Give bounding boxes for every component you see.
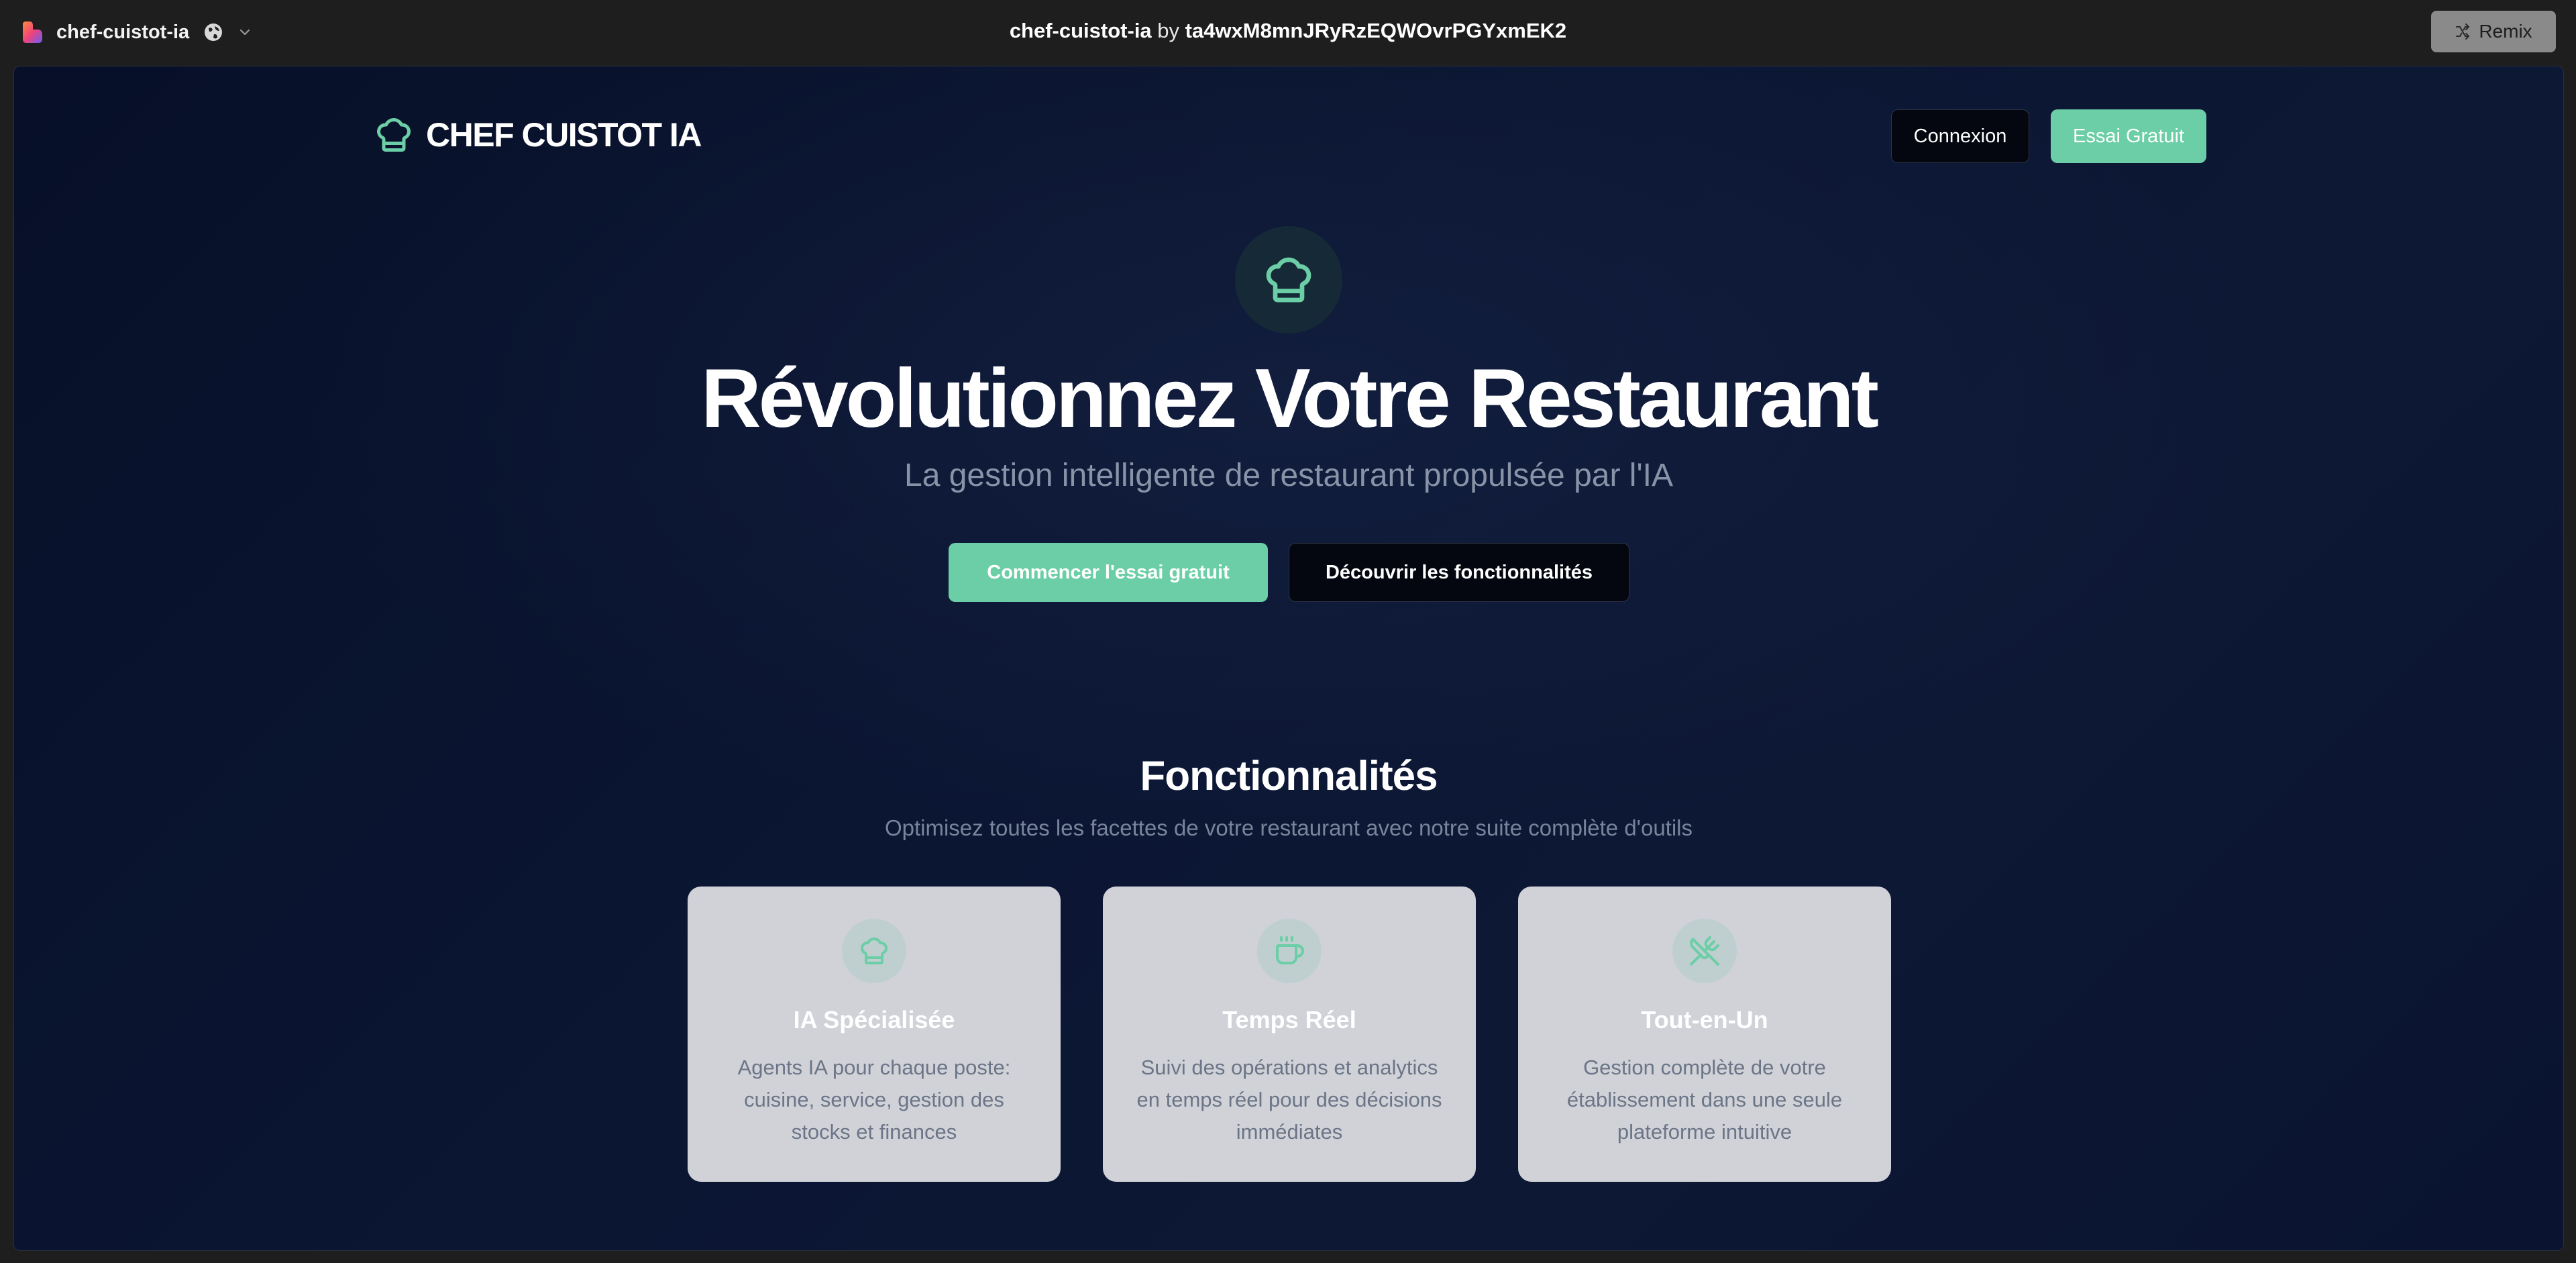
features-title: Fonctionnalités: [1140, 753, 1438, 799]
app-preview: CHEF CUISTOT IA Connexion Essai Gratuit …: [13, 66, 2564, 1251]
feature-description: Suivi des opérations et analytics en tem…: [1136, 1056, 1442, 1144]
start-trial-button[interactable]: Commencer l'essai gratuit: [949, 543, 1268, 602]
login-button[interactable]: Connexion: [1891, 109, 2029, 163]
feature-card-all-in-one: Tout-en-Un Gestion complète de votre éta…: [1518, 887, 1891, 1182]
feature-icon-badge: [1257, 919, 1322, 983]
free-trial-button[interactable]: Essai Gratuit: [2051, 109, 2206, 163]
feature-title: Tout-en-Un: [1641, 1006, 1768, 1033]
feature-card-realtime: Temps Réel Suivi des opérations et analy…: [1103, 887, 1476, 1182]
window-title: chef-cuistot-ia by ta4wxM8mnJRyRzEQWOvrP…: [0, 19, 2576, 43]
brand-logo[interactable]: CHEF CUISTOT IA: [374, 115, 702, 155]
shuffle-icon: [2456, 23, 2470, 40]
brand-name: CHEF CUISTOT IA: [426, 116, 702, 154]
window-title-app: chef-cuistot-ia: [1009, 19, 1152, 42]
hero-title: Révolutionnez Votre Restaurant: [701, 352, 1879, 445]
bottom-strip: [0, 1251, 2576, 1263]
feature-title: Temps Réel: [1222, 1006, 1356, 1033]
features-subtitle: Optimisez toutes les facettes de votre r…: [884, 815, 1693, 840]
chef-hat-icon: [861, 938, 888, 964]
discover-features-button[interactable]: Découvrir les fonctionnalités: [1289, 543, 1629, 602]
window-title-by: by: [1151, 19, 1185, 42]
coffee-icon: [1276, 936, 1304, 964]
feature-card-ia: IA Spécialisée Agents IA pour chaque pos…: [688, 887, 1061, 1182]
window-title-user: ta4wxM8mnJRyRzEQWOvrPGYxmEK2: [1185, 19, 1567, 42]
hero-icon-badge: [1235, 226, 1342, 334]
hero-subtitle: La gestion intelligente de restaurant pr…: [904, 458, 1673, 493]
feature-description: Agents IA pour chaque poste: cuisine, se…: [737, 1056, 1011, 1144]
remix-button[interactable]: Remix: [2431, 11, 2556, 52]
remix-label: Remix: [2479, 21, 2532, 42]
feature-description: Gestion complète de votre établissement …: [1566, 1056, 1843, 1144]
chef-hat-icon: [377, 118, 411, 152]
feature-icon-badge: [1672, 919, 1737, 983]
feature-icon-badge: [842, 919, 906, 983]
feature-title: IA Spécialisée: [793, 1006, 955, 1033]
top-bar: chef-cuistot-ia chef-cuistot-ia by ta4wx…: [0, 0, 2576, 64]
utensils-crossed-icon: [1690, 936, 1719, 966]
chef-hat-icon: [1266, 257, 1311, 303]
